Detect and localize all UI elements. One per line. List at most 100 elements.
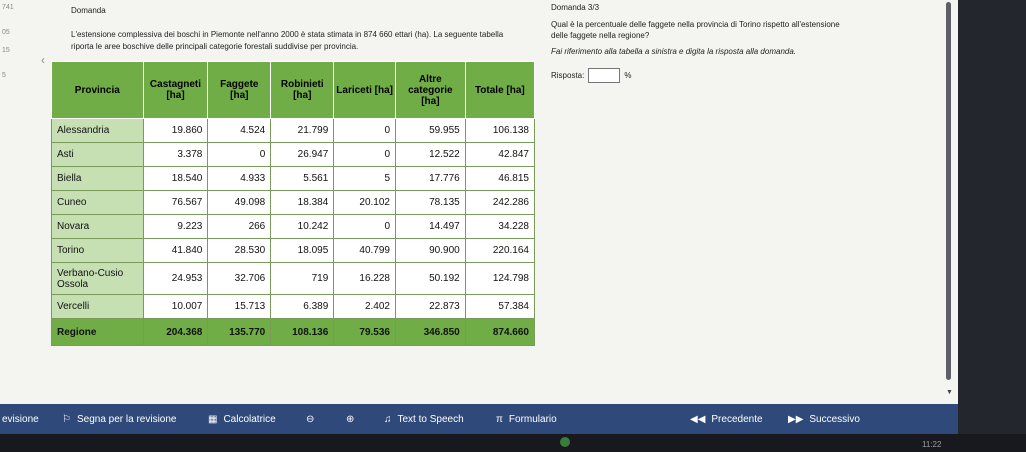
table-row: Novara 9.223 266 10.242 0 14.497 34.228 [51,214,536,239]
table-cell: 6.389 [270,294,335,319]
table-cell: Asti [51,142,144,167]
table-cell: 41.840 [142,238,209,263]
flag-for-review-button[interactable]: ⚐ Segna per la revisione [62,404,176,434]
table-row: Vercelli 10.007 15.713 6.389 2.402 22.87… [51,294,536,319]
answer-row: Risposta: % [551,68,631,83]
next-label: Successivo [809,413,860,425]
table-cell: 57.384 [464,294,536,319]
table-cell: 124.798 [464,262,536,295]
left-gutter: 741 05 15 5 [0,0,40,404]
table-cell: 0 [333,142,396,167]
previous-label: Precedente [711,413,763,425]
revision-label: evisione [2,413,39,425]
question-text: L'estensione complessiva dei boschi in P… [71,30,504,51]
column-header: Faggete [ha] [207,61,272,119]
answer-label: Risposta: [551,71,585,80]
headphones-icon: ♫ [384,413,392,425]
table-row: Torino 41.840 28.530 18.095 40.799 90.90… [51,238,536,263]
revision-button[interactable]: evisione [2,404,39,434]
table-cell: 16.228 [333,262,396,295]
column-header: Robinieti [ha] [270,61,335,119]
table-cell: Cuneo [51,190,144,215]
table-cell: 3.378 [142,142,209,167]
table-cell: 242.286 [464,190,536,215]
forest-table: Provincia Castagneti [ha] Faggete [ha] R… [51,61,536,346]
column-header: Altre categorie [ha] [395,61,466,119]
text-to-speech-button[interactable]: ♫ Text to Speech [384,404,464,434]
table-header-row: Provincia Castagneti [ha] Faggete [ha] R… [51,61,536,119]
collapse-left-icon[interactable]: ‹ [41,53,45,67]
table-cell: 17.776 [395,166,466,191]
table-cell: Biella [51,166,144,191]
table-cell: 14.497 [395,214,466,239]
zoom-out-icon: ⊖ [306,413,315,425]
table-cell: 32.706 [207,262,272,295]
table-cell: 76.567 [142,190,209,215]
table-cell: Vercelli [51,294,144,319]
table-cell: 10.007 [142,294,209,319]
table-cell: 21.799 [270,118,335,143]
clock: 11:22 [922,440,942,449]
table-total-row: Regione 204.368 135.770 108.136 79.536 3… [51,318,536,346]
table-cell: 106.138 [464,118,536,143]
table-cell: 46.815 [464,166,536,191]
table-cell: 108.136 [270,318,335,346]
table-cell: 266 [207,214,272,239]
table-cell: 90.900 [395,238,466,263]
gutter-label: 05 [2,29,10,36]
table-cell: Verbano-Cusio Ossola [51,262,144,295]
table-cell: 50.192 [395,262,466,295]
monitor-bezel [958,0,1026,434]
zoom-in-icon: ⊕ [346,413,355,425]
table-row: Cuneo 76.567 49.098 18.384 20.102 78.135… [51,190,536,215]
table-cell: Novara [51,214,144,239]
zoom-in-button[interactable]: ⊕ [346,404,354,434]
fast-forward-icon: ▶▶ [788,413,804,425]
table-cell: 79.536 [333,318,396,346]
gutter-label: 5 [2,72,6,79]
answer-unit: % [624,71,632,80]
flag-icon: ⚐ [62,413,71,425]
table-cell: 18.384 [270,190,335,215]
answer-input[interactable] [588,68,621,83]
calculator-button[interactable]: ▦ Calcolatrice [208,404,276,434]
table-cell: 78.135 [395,190,466,215]
table-cell: Regione [51,318,144,346]
table-cell: 18.540 [142,166,209,191]
table-cell: 719 [270,262,335,295]
table-cell: 15.713 [207,294,272,319]
tts-label: Text to Speech [397,413,464,425]
table-row: Alessandria 19.860 4.524 21.799 0 59.955… [51,118,536,143]
calculator-label: Calcolatrice [223,413,276,425]
question-title: Domanda [71,6,106,15]
table-cell: 4.524 [207,118,272,143]
table-cell: 28.530 [207,238,272,263]
gutter-label: 741 [2,4,14,11]
table-cell: Alessandria [51,118,144,143]
table-cell: 19.860 [142,118,209,143]
zoom-out-button[interactable]: ⊖ [306,404,314,434]
next-button[interactable]: ▶▶ Successivo [788,404,860,434]
table-cell: 204.368 [142,318,209,346]
exam-screen: 741 05 15 5 ‹ Domanda Domanda 3/3 L'este… [0,0,958,404]
scrollbar[interactable] [946,2,951,380]
table-cell: Torino [51,238,144,263]
previous-button[interactable]: ◀◀ Precedente [690,404,763,434]
table-row: Asti 3.378 0 26.947 0 12.522 42.847 [51,142,536,167]
status-bar [0,434,1026,452]
table-cell: 10.242 [270,214,335,239]
column-header: Lariceti [ha] [333,61,396,119]
scroll-down-icon[interactable]: ▼ [946,389,953,396]
table-cell: 220.164 [464,238,536,263]
formulary-label: Formulario [508,413,557,425]
instruction-text: Fai riferimento alla tabella a sinistra … [551,47,797,56]
formulary-button[interactable]: π Formulario [496,404,557,434]
bottom-toolbar: evisione ⚐ Segna per la revisione ▦ Calc… [0,404,958,434]
table-cell: 135.770 [207,318,272,346]
table-row: Verbano-Cusio Ossola 24.953 32.706 719 1… [51,262,536,295]
table-row: Biella 18.540 4.933 5.561 5 17.776 46.81… [51,166,536,191]
table-cell: 34.228 [464,214,536,239]
question-number: Domanda 3/3 [551,3,600,12]
table-cell: 18.095 [270,238,335,263]
table-cell: 5 [333,166,396,191]
